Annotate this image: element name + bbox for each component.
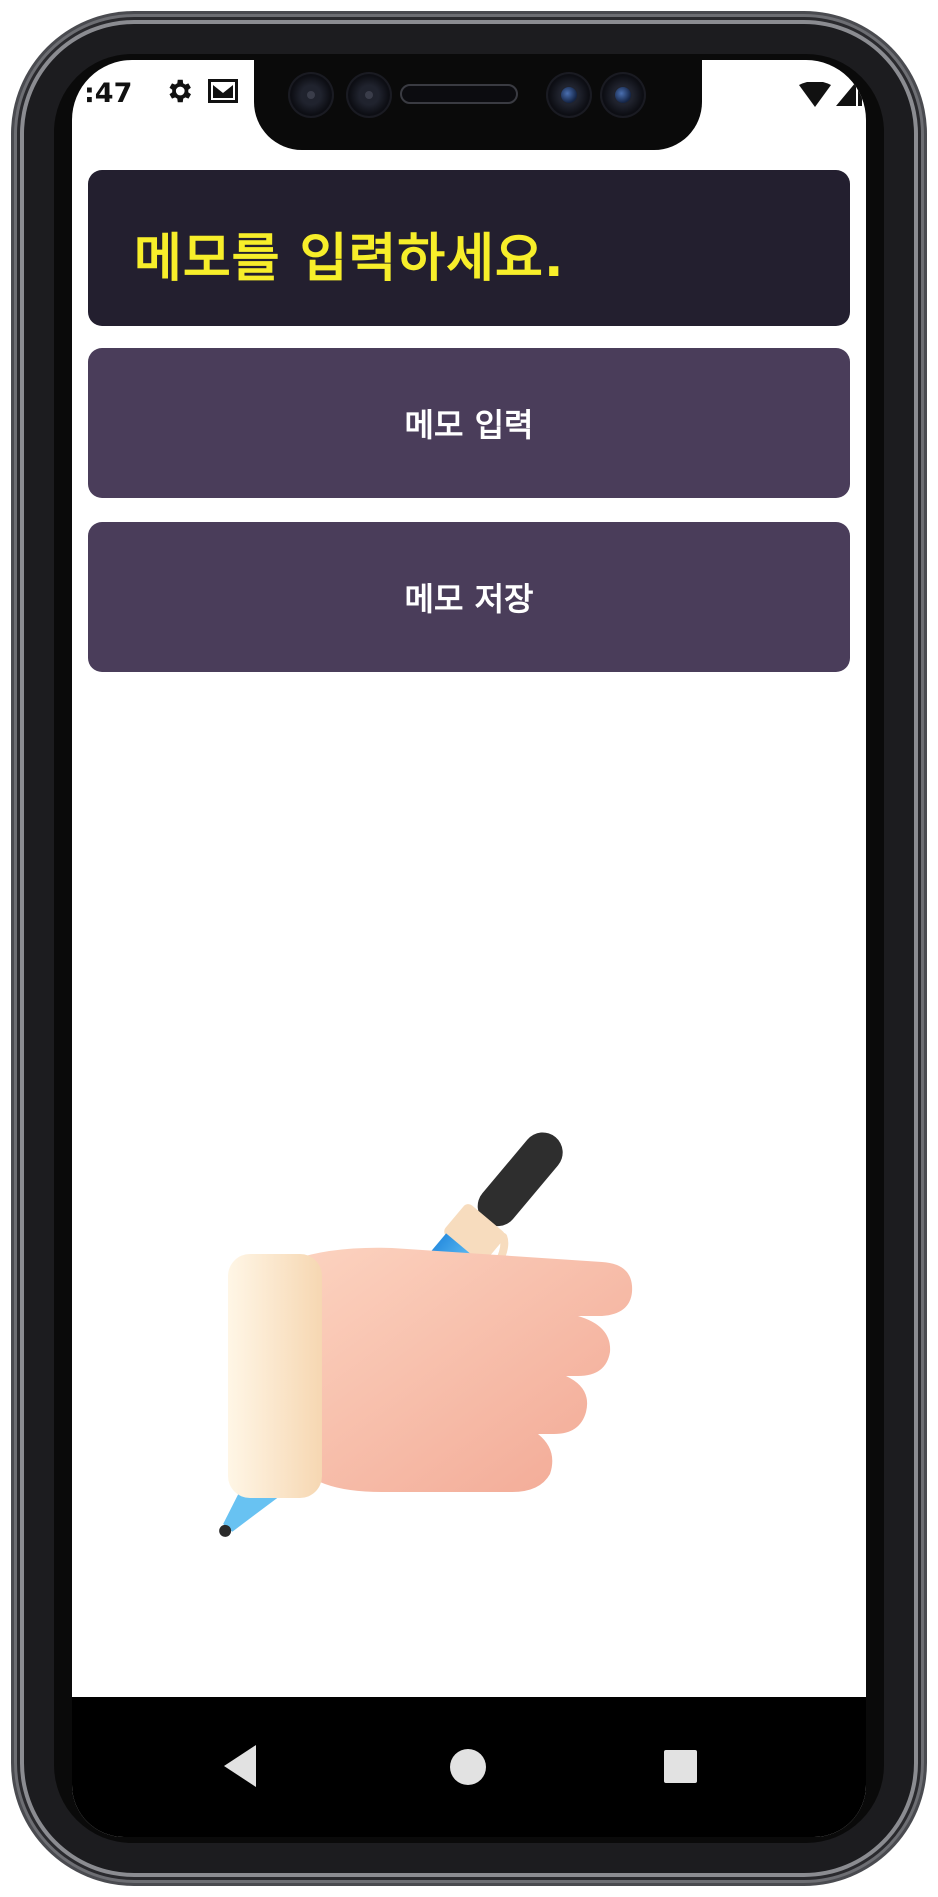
memo-display: 메모를 입력하세요. xyxy=(88,170,850,326)
back-icon[interactable] xyxy=(222,1743,258,1789)
memo-prompt-text: 메모를 입력하세요. xyxy=(134,229,565,289)
recent-apps-icon[interactable] xyxy=(664,1750,697,1783)
sensor-icon xyxy=(288,72,334,118)
home-icon[interactable] xyxy=(450,1749,486,1785)
gear-icon xyxy=(169,79,191,103)
speaker-grille xyxy=(400,84,518,104)
memo-input-button-label: 메모 입력 xyxy=(404,406,534,444)
sensor-icon xyxy=(346,72,392,118)
wifi-icon xyxy=(799,82,831,107)
memo-save-button-label: 메모 저장 xyxy=(404,580,534,618)
navigation-bar xyxy=(72,1697,866,1837)
hand-holding-pen-icon xyxy=(219,1132,633,1537)
mail-icon xyxy=(208,79,238,103)
status-time: :47 xyxy=(84,78,133,109)
memo-save-button[interactable]: 메모 저장 xyxy=(88,522,850,672)
front-camera-icon xyxy=(600,72,646,118)
phone-bezel: :47 메모를 입력하세요. 메모 입력 메모 저장 xyxy=(54,54,884,1843)
signal-icon xyxy=(836,80,862,106)
screen: :47 메모를 입력하세요. 메모 입력 메모 저장 xyxy=(72,60,866,1837)
memo-input-button[interactable]: 메모 입력 xyxy=(88,348,850,498)
front-camera-icon xyxy=(546,72,592,118)
camera-notch xyxy=(254,60,702,150)
